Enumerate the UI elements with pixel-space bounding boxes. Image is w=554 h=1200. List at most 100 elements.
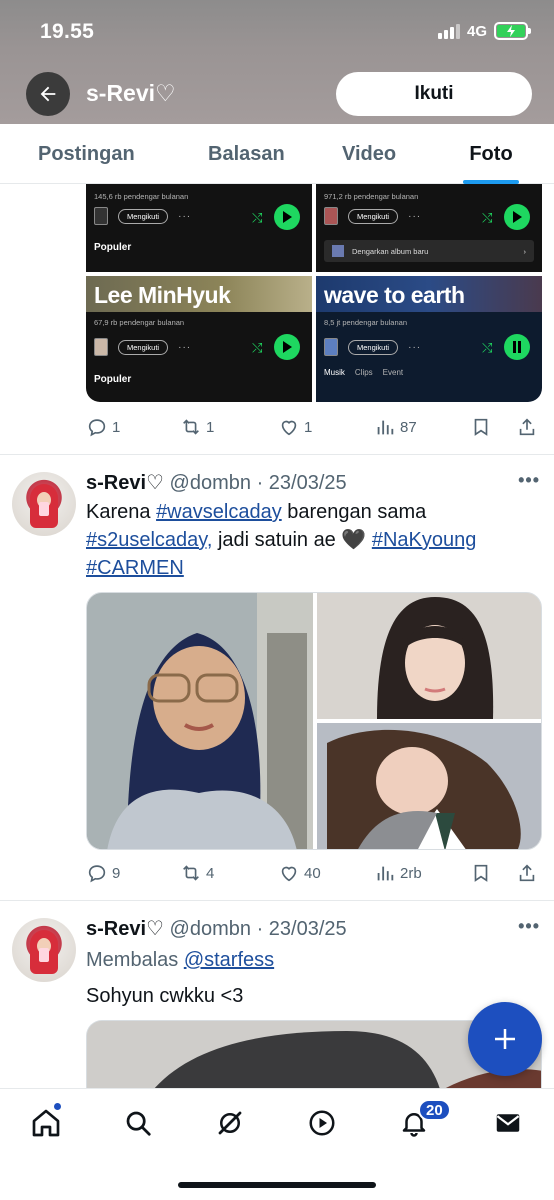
post-divider	[0, 900, 554, 901]
signal-icon	[437, 23, 460, 39]
share-button[interactable]	[516, 416, 538, 438]
tab-photos[interactable]: Foto	[463, 124, 519, 184]
chevron-right-icon: ›	[523, 246, 527, 256]
bookmark-icon	[474, 864, 488, 882]
battery-icon	[494, 22, 531, 40]
artist-name: Lee MinHyuk	[86, 276, 312, 312]
shuffle-icon: ⤭	[482, 210, 493, 225]
more-icon: ···	[178, 210, 192, 222]
share-icon	[519, 418, 535, 436]
nav-search[interactable]	[118, 1103, 158, 1143]
post-date: 23/03/25	[268, 472, 347, 494]
grok-icon	[218, 1111, 242, 1135]
reply-icon	[88, 865, 106, 883]
nav-grok[interactable]	[210, 1103, 250, 1143]
bookmark-button[interactable]	[470, 416, 492, 438]
play-icon	[274, 334, 300, 360]
post-text: Karena #wavselcaday barengan sama #s2use…	[86, 501, 477, 579]
share-button[interactable]	[516, 862, 538, 884]
repost-icon	[183, 419, 199, 435]
hashtag-link[interactable]: #wavselcaday	[156, 501, 282, 523]
follow-button[interactable]: Ikuti	[336, 72, 532, 116]
post-photo-grid[interactable]	[86, 592, 542, 850]
analytics-icon	[377, 420, 394, 435]
compose-button[interactable]	[468, 1002, 542, 1076]
reply-button[interactable]: 9	[86, 862, 120, 884]
play-icon	[274, 204, 300, 230]
post-header: s-Revi♡ @dombn · 23/03/25	[86, 918, 347, 940]
more-options-icon[interactable]: •••	[518, 916, 540, 937]
album-thumbnail	[324, 207, 338, 225]
following-chip: Mengikuti	[348, 339, 399, 355]
arrow-left-icon	[40, 86, 56, 102]
author-handle[interactable]: @dombn	[170, 918, 251, 940]
bookmark-button[interactable]	[470, 862, 492, 884]
spotify-card[interactable]: wave to earth 8,5 jt pendengar bulanan M…	[316, 276, 542, 402]
post-date: 23/03/25	[268, 918, 347, 940]
hashtag-link[interactable]: #NaKyoung	[372, 529, 477, 551]
following-chip: Mengikuti	[118, 208, 169, 224]
new-album-row: Dengarkan album baru ›	[324, 240, 534, 262]
play-icon	[504, 204, 530, 230]
album-thumbnail	[94, 338, 108, 356]
hashtag-link[interactable]: #CARMEN	[86, 557, 184, 579]
like-button[interactable]: 1	[278, 416, 312, 438]
profile-tabs: Postingan Balasan Video Foto	[0, 124, 554, 184]
profile-header-banner: 19.55 4G s-Revi♡ Ikuti	[0, 0, 554, 124]
more-icon: ···	[178, 341, 192, 353]
repost-button[interactable]: 4	[180, 862, 214, 884]
nav-home[interactable]	[26, 1103, 66, 1143]
photo-selfie-hijab[interactable]	[87, 593, 313, 849]
more-icon: ···	[408, 341, 422, 353]
spotify-card[interactable]: Lee MinHyuk 67,9 rb pendengar bulanan Me…	[86, 276, 312, 402]
media-feed[interactable]: 145,6 rb pendengar bulanan Mengikuti ···…	[0, 184, 554, 1088]
play-circle-icon	[309, 1110, 335, 1136]
analytics-icon	[377, 866, 394, 881]
repost-button[interactable]: 1	[180, 416, 214, 438]
pause-icon	[504, 334, 530, 360]
home-unread-dot	[54, 1103, 61, 1110]
search-icon	[126, 1111, 151, 1136]
author-name[interactable]: s-Revi♡	[86, 472, 164, 494]
tab-video[interactable]: Video	[342, 124, 396, 184]
author-handle[interactable]: @dombn	[170, 472, 251, 494]
album-icon	[332, 245, 344, 257]
reply-button[interactable]: 1	[86, 416, 120, 438]
post-actions: 9 4 40 2rb	[86, 858, 542, 888]
plus-icon	[495, 1029, 515, 1049]
post-media-grid[interactable]: 145,6 rb pendengar bulanan Mengikuti ···…	[86, 184, 542, 402]
back-button[interactable]	[26, 72, 70, 116]
photo-idol-1[interactable]	[317, 593, 541, 719]
like-button[interactable]: 40	[278, 862, 321, 884]
mail-icon	[496, 1114, 520, 1132]
tab-replies[interactable]: Balasan	[208, 124, 285, 184]
reply-context: Membalas @starfess	[86, 949, 275, 971]
spotify-card[interactable]: 145,6 rb pendengar bulanan Mengikuti ···…	[86, 184, 312, 272]
profile-name: s-Revi♡	[86, 80, 176, 106]
shuffle-icon: ⤭	[482, 340, 493, 355]
heart-icon	[281, 420, 297, 436]
nav-video[interactable]	[302, 1103, 342, 1143]
hashtag-link[interactable]: #s2uselcaday,	[86, 529, 212, 551]
tab-posts[interactable]: Postingan	[38, 124, 135, 184]
nav-messages[interactable]	[488, 1103, 528, 1143]
mention-link[interactable]: @starfess	[184, 949, 274, 971]
status-icons: 4G	[437, 22, 531, 40]
post-divider	[0, 454, 554, 455]
avatar[interactable]	[12, 918, 76, 982]
spotify-tabs: Musik Clips Event	[324, 368, 404, 377]
home-icon	[32, 1109, 60, 1137]
reply-icon	[88, 419, 106, 437]
photo-idol-2[interactable]	[317, 723, 541, 849]
shuffle-icon: ⤭	[252, 210, 263, 225]
views-button[interactable]: 87	[374, 416, 417, 438]
network-label: 4G	[466, 22, 487, 40]
author-name[interactable]: s-Revi♡	[86, 918, 164, 940]
more-options-icon[interactable]: •••	[518, 470, 540, 491]
views-button[interactable]: 2rb	[374, 862, 422, 884]
avatar[interactable]	[12, 472, 76, 536]
album-thumbnail	[324, 338, 338, 356]
following-chip: Mengikuti	[348, 208, 399, 224]
following-chip: Mengikuti	[118, 339, 169, 355]
spotify-card[interactable]: 971,2 rb pendengar bulanan Mengikuti ···…	[316, 184, 542, 272]
